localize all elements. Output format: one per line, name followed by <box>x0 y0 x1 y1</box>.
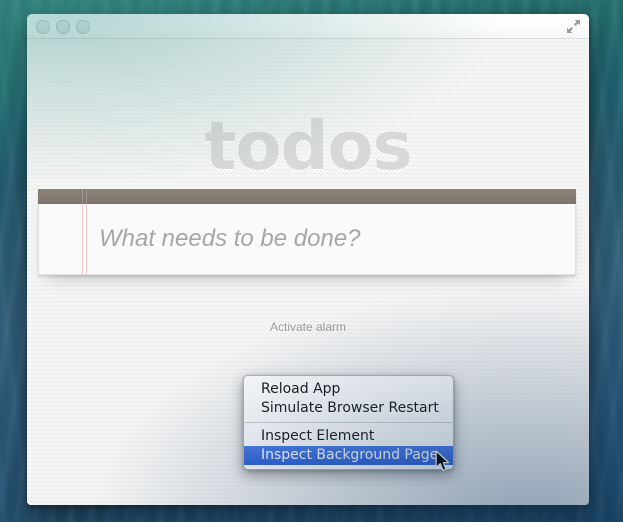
app-window: todos Activate alarm Reload App Simulate… <box>27 14 589 505</box>
activate-alarm-label[interactable]: Activate alarm <box>27 320 589 334</box>
margin-line-left <box>82 204 83 274</box>
notebook-header-bar <box>38 189 576 204</box>
maximize-button[interactable] <box>76 20 90 34</box>
margin-line-right <box>86 189 87 204</box>
margin-line-right <box>86 204 87 274</box>
context-menu[interactable]: Reload App Simulate Browser Restart Insp… <box>243 375 454 470</box>
menu-item-inspect-element[interactable]: Inspect Element <box>244 427 453 446</box>
margin-line-left <box>82 189 83 204</box>
desktop-wallpaper: todos Activate alarm Reload App Simulate… <box>0 0 623 522</box>
fullscreen-arrows-icon[interactable] <box>566 19 581 34</box>
menu-item-reload-app[interactable]: Reload App <box>244 380 453 399</box>
window-content: todos Activate alarm Reload App Simulate… <box>27 39 589 505</box>
menu-item-simulate-browser-restart[interactable]: Simulate Browser Restart <box>244 399 453 418</box>
minimize-button[interactable] <box>56 20 70 34</box>
close-button[interactable] <box>36 20 50 34</box>
arrow-pointer-icon <box>435 450 451 473</box>
page-title: todos <box>27 113 589 180</box>
menu-item-inspect-background-page[interactable]: Inspect Background Page <box>244 446 453 465</box>
new-todo-row[interactable] <box>38 204 576 275</box>
window-titlebar <box>27 14 589 39</box>
menu-separator <box>244 422 453 423</box>
new-todo-input[interactable] <box>99 204 567 274</box>
new-todo-panel <box>38 189 576 275</box>
